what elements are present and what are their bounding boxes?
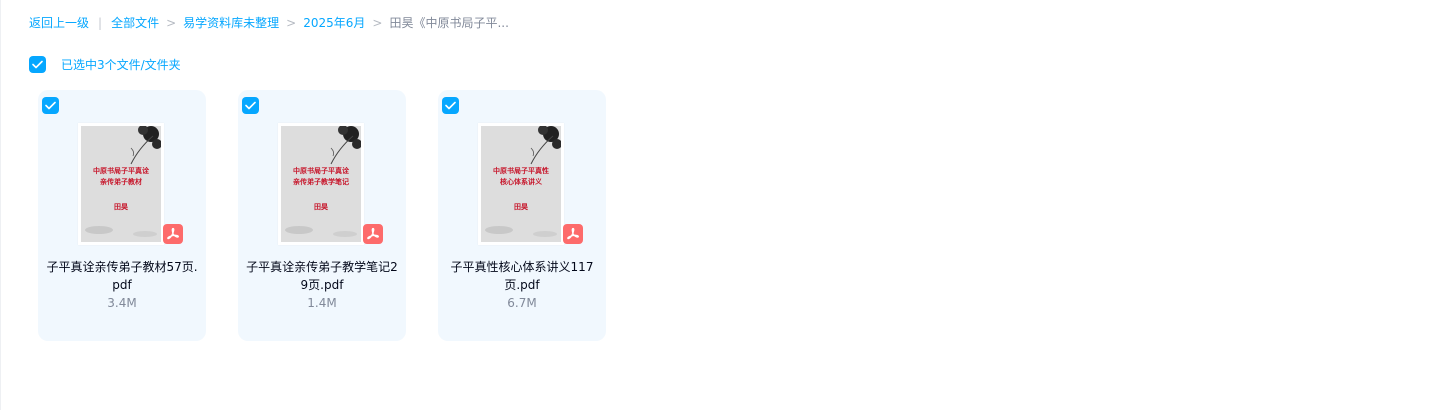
thumbnail-author: 田昊	[114, 203, 128, 211]
select-all-checkbox[interactable]	[29, 56, 46, 73]
breadcrumb: 返回上一级 | 全部文件 > 易学资料库未整理 > 2025年6月 > 田昊《中…	[29, 14, 509, 31]
select-all-row: 已选中3个文件/文件夹	[29, 56, 181, 73]
thumbnail-title-line: 亲传弟子教学笔记	[293, 178, 349, 186]
thumbnail-title: 中原书局子平真诠 亲传弟子教材	[81, 166, 161, 188]
thumbnail-title-line: 亲传弟子教材	[100, 178, 142, 186]
thumbnail-title-line: 中原书局子平真性	[493, 167, 549, 175]
checkmark-icon	[45, 101, 56, 110]
pdf-icon	[363, 224, 383, 244]
file-name[interactable]: 子平真诠亲传弟子教学笔记29页.pdf	[244, 258, 400, 294]
file-thumbnail: 中原书局子平真性 核心体系讲义 田昊	[478, 123, 564, 245]
breadcrumb-item-all-files[interactable]: 全部文件	[111, 14, 159, 31]
thumbnail-title: 中原书局子平真诠 亲传弟子教学笔记	[281, 166, 361, 188]
selection-count-label: 已选中3个文件/文件夹	[61, 58, 181, 72]
file-size: 6.7M	[507, 296, 537, 310]
file-name[interactable]: 子平真性核心体系讲义117页.pdf	[444, 258, 600, 294]
file-size: 1.4M	[307, 296, 337, 310]
file-card[interactable]: 中原书局子平真性 核心体系讲义 田昊 子平真性核心体系讲义117页.pdf 6.…	[438, 90, 606, 341]
thumbnail-author: 田昊	[514, 203, 528, 211]
file-grid: 中原书局子平真诠 亲传弟子教材 田昊 子平真诠亲传弟子教材57页.pdf 3.4…	[38, 90, 638, 341]
breadcrumb-divider: |	[98, 15, 103, 30]
checkmark-icon	[245, 101, 256, 110]
back-link[interactable]: 返回上一级	[29, 14, 89, 31]
breadcrumb-item-subfolder[interactable]: 2025年6月	[303, 14, 365, 31]
chevron-right-icon: >	[166, 15, 177, 30]
file-browser: 返回上一级 | 全部文件 > 易学资料库未整理 > 2025年6月 > 田昊《中…	[0, 0, 1454, 410]
file-thumbnail: 中原书局子平真诠 亲传弟子教材 田昊	[78, 123, 164, 245]
thumbnail-title: 中原书局子平真性 核心体系讲义	[481, 166, 561, 188]
breadcrumb-current: 田昊《中原书局子平...	[389, 16, 509, 30]
thumbnail-title-line: 中原书局子平真诠	[293, 167, 349, 175]
pdf-icon	[163, 224, 183, 244]
file-card[interactable]: 中原书局子平真诠 亲传弟子教学笔记 田昊 子平真诠亲传弟子教学笔记29页.pdf…	[238, 90, 406, 341]
breadcrumb-item-folder[interactable]: 易学资料库未整理	[183, 14, 279, 31]
chevron-right-icon: >	[286, 15, 297, 30]
checkmark-icon	[32, 60, 43, 69]
file-checkbox[interactable]	[442, 97, 459, 114]
pdf-icon	[563, 224, 583, 244]
checkmark-icon	[445, 101, 456, 110]
file-checkbox[interactable]	[42, 97, 59, 114]
file-name[interactable]: 子平真诠亲传弟子教材57页.pdf	[44, 258, 200, 294]
chevron-right-icon: >	[372, 15, 383, 30]
thumbnail-author: 田昊	[314, 203, 328, 211]
file-card[interactable]: 中原书局子平真诠 亲传弟子教材 田昊 子平真诠亲传弟子教材57页.pdf 3.4…	[38, 90, 206, 341]
thumbnail-title-line: 中原书局子平真诠	[93, 167, 149, 175]
file-thumbnail: 中原书局子平真诠 亲传弟子教学笔记 田昊	[278, 123, 364, 245]
thumbnail-title-line: 核心体系讲义	[500, 178, 542, 186]
file-size: 3.4M	[107, 296, 137, 310]
file-checkbox[interactable]	[242, 97, 259, 114]
